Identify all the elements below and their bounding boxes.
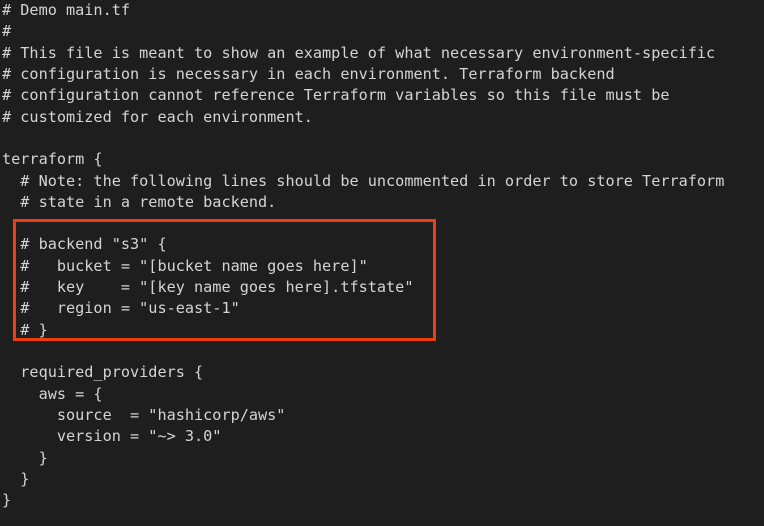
code-line: } — [2, 469, 30, 488]
code-line: # bucket = "[bucket name goes here]" — [2, 256, 368, 275]
code-line: # state in a remote backend. — [2, 192, 277, 211]
code-line: } — [2, 491, 12, 510]
code-line: terraform { — [2, 150, 103, 169]
code-line: # customized for each environment. — [2, 107, 313, 126]
code-line: version = "~> 3.0" — [2, 427, 222, 446]
code-line: # Note: the following lines should be un… — [2, 171, 725, 190]
code-line: # key = "[key name goes here].tfstate" — [2, 278, 414, 297]
terminal-editor-screen: # Demo main.tf # # This file is meant to s… — [0, 0, 764, 526]
code-line: aws = { — [2, 384, 103, 403]
code-line: # This file is meant to show an example … — [2, 43, 716, 62]
code-line: source = "hashicorp/aws" — [2, 405, 286, 424]
code-line: } — [2, 448, 48, 467]
code-line: # } — [2, 320, 48, 339]
code-line: # configuration cannot reference Terrafo… — [2, 86, 670, 105]
code-line: # — [2, 22, 12, 41]
code-line: # configuration is necessary in each env… — [2, 64, 615, 83]
code-line: required_providers { — [2, 363, 204, 382]
code-line: # backend "s3" { — [2, 235, 167, 254]
code-text-area[interactable]: # Demo main.tf # # This file is meant to s… — [2, 0, 724, 526]
code-line: # Demo main.tf — [2, 1, 131, 19]
code-line: # region = "us-east-1" — [2, 299, 240, 318]
